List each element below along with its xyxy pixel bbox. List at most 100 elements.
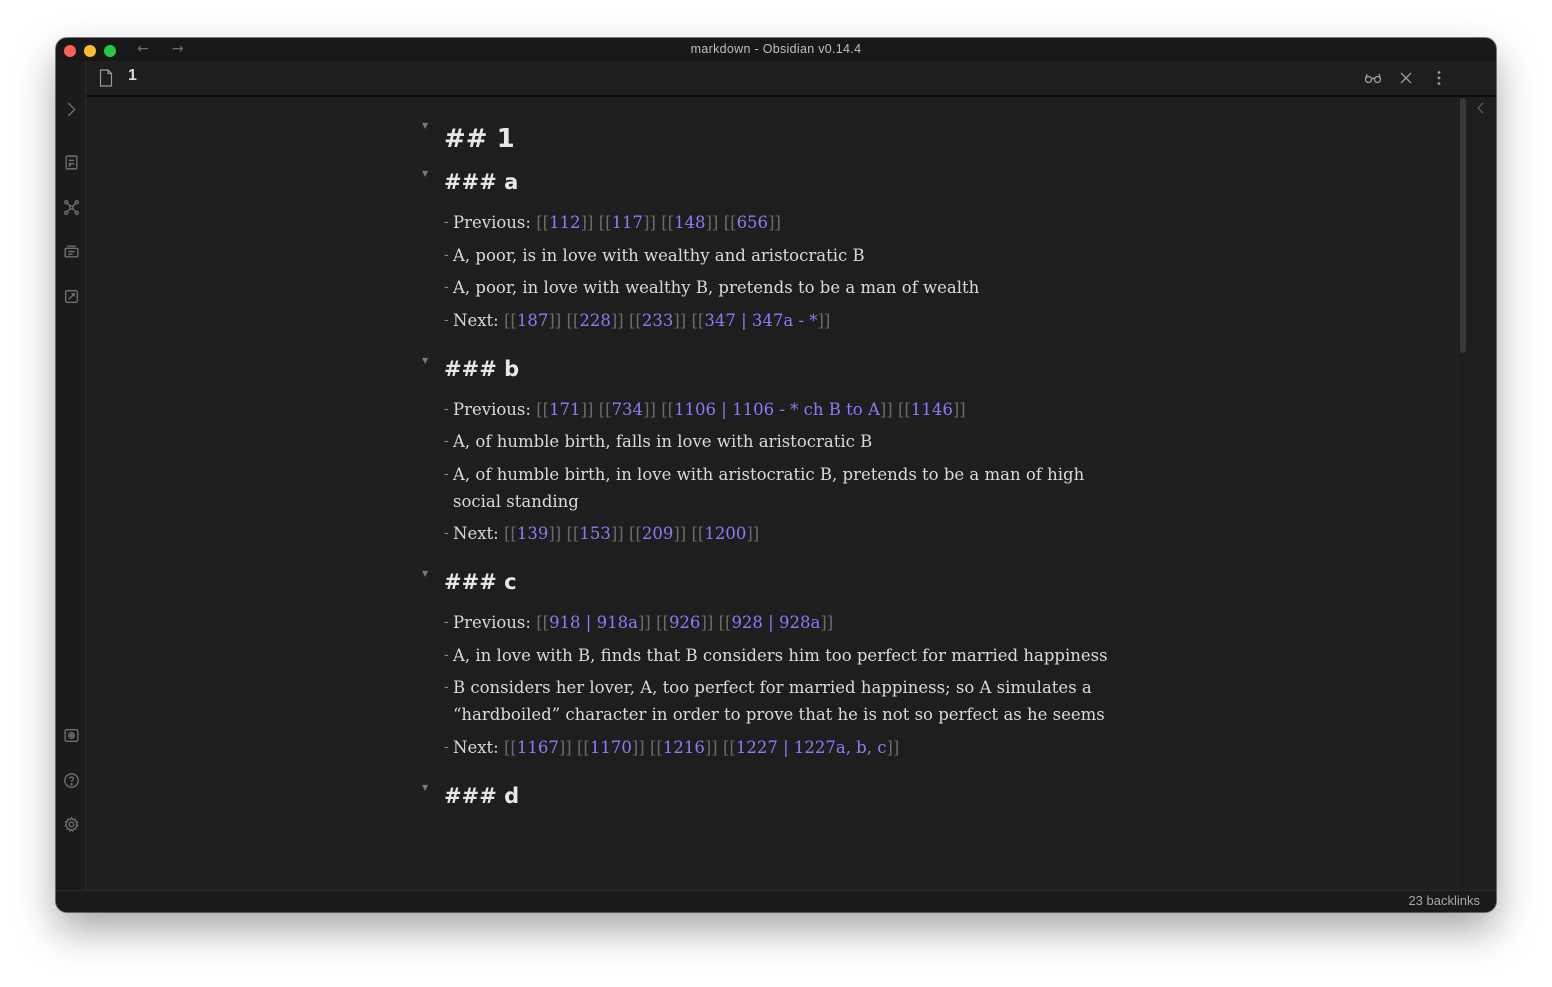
more-options-icon[interactable] [1429, 69, 1449, 87]
link-bracket-close: ]] [548, 310, 562, 330]
link-bracket-close: ]] [610, 524, 624, 543]
bullet-dash: - [444, 246, 449, 263]
link-bracket-close: ]] [746, 524, 760, 543]
link-bracket-close: ]] [643, 399, 656, 419]
bullet-dash: - [444, 279, 449, 295]
internal-link[interactable]: 228 [579, 311, 611, 330]
internal-link[interactable]: 347 | 347a - * [704, 311, 817, 330]
internal-link[interactable]: 1106 | 1106 - * ch B to A [674, 400, 880, 419]
reading-mode-icon[interactable] [1363, 69, 1383, 87]
link-bracket-open: [[ [691, 524, 705, 543]
bullet-dash: - [444, 738, 449, 755]
internal-link[interactable]: 1216 [663, 738, 705, 757]
window-title: markdown - Obsidian v0.14.4 [690, 42, 862, 56]
backlinks-count[interactable]: 23 backlinks [1408, 893, 1480, 908]
internal-link[interactable]: 112 [549, 213, 581, 232]
link-bracket-open: [[ [628, 524, 642, 543]
pane-title: 1 [128, 67, 137, 84]
internal-link[interactable]: 918 | 918a [549, 613, 638, 632]
link-bracket-open: [[ [536, 613, 550, 632]
section-heading-text: ### c [444, 570, 517, 594]
link-bracket-open: [[ [536, 213, 550, 232]
command-palette-icon[interactable] [61, 152, 81, 172]
link-bracket-open: [[ [661, 399, 675, 419]
bullet-dash: - [444, 646, 449, 663]
fold-toggle-icon[interactable]: ▼ [422, 565, 428, 583]
link-bracket-open: [[ [598, 213, 612, 232]
bullet-dash: - [444, 679, 449, 695]
internal-link[interactable]: 1167 [517, 738, 559, 757]
link-bracket-open: [[ [503, 737, 517, 757]
fold-toggle-icon[interactable]: ▼ [422, 352, 428, 370]
internal-link[interactable]: 171 [549, 400, 581, 419]
list-item: - A, of humble birth, falls in love with … [444, 428, 1124, 455]
internal-link[interactable]: 1200 [704, 524, 746, 543]
link-bracket-close: ]] [637, 613, 651, 632]
expand-sidebar-icon[interactable] [61, 99, 81, 119]
internal-link[interactable]: 153 [579, 524, 611, 543]
bullet-dash: - [444, 433, 449, 449]
internal-link[interactable]: 233 [642, 311, 674, 330]
section-heading: ▼ ### d [422, 779, 1124, 813]
link-bracket-open: [[ [718, 613, 732, 632]
link-bracket-close: ]] [643, 213, 656, 232]
internal-link[interactable]: 209 [642, 524, 674, 543]
link-bracket-close: ]] [558, 737, 572, 757]
markdown-editor[interactable]: ▼ ## 1 ▼ ### a - Previous: [[112]] [[117]] … [422, 97, 1124, 823]
editor-pane[interactable]: ▼ ## 1 ▼ ### a - Previous: [[112]] [[117]] … [86, 97, 1458, 891]
settings-icon[interactable] [61, 814, 81, 834]
section-heading: ▼ ### c [422, 565, 1124, 599]
bullet-dash: - [444, 525, 449, 541]
scrollbar-thumb[interactable] [1460, 98, 1466, 353]
list-item-text: A, of humble birth, in love with aristoc… [453, 464, 1085, 511]
list-item-label: Previous: [453, 213, 537, 232]
fold-toggle-icon[interactable]: ▼ [422, 779, 428, 797]
vault-icon[interactable] [61, 725, 81, 745]
link-bracket-close: ]] [610, 310, 624, 330]
link-bracket-open: [[ [649, 737, 663, 757]
list-item-label: Previous: [453, 613, 537, 632]
link-bracket-open: [[ [566, 524, 580, 543]
link-bracket-close: ]] [580, 213, 594, 232]
internal-link[interactable]: 928 | 928a [731, 613, 820, 632]
document-icon [98, 69, 116, 87]
title-bar: ← → markdown - Obsidian v0.14.4 [56, 38, 1496, 61]
internal-link[interactable]: 926 [669, 613, 701, 632]
internal-link[interactable]: 656 [737, 213, 769, 232]
internal-link[interactable]: 187 [517, 311, 549, 330]
list-item-label: Next: [453, 310, 504, 330]
internal-link[interactable]: 117 [612, 213, 644, 232]
collapse-right-sidebar-icon[interactable] [1474, 100, 1490, 116]
status-bar: 23 backlinks [56, 890, 1496, 912]
link-bracket-open: [[ [536, 399, 550, 419]
link-bracket-open: [[ [598, 399, 612, 419]
internal-link[interactable]: 1146 [911, 400, 953, 419]
list-item: - A, poor, in love with wealthy B, preten… [444, 274, 1124, 301]
link-bracket-close: ]] [704, 737, 718, 757]
internal-link[interactable]: 1227 | 1227a, b, c [736, 738, 887, 757]
link-bracket-open: [[ [628, 310, 642, 330]
list-item-text: A, of humble birth, falls in love with a… [453, 432, 873, 451]
internal-link[interactable]: 1170 [590, 738, 632, 757]
link-bracket-close: ]] [705, 213, 719, 232]
link-bracket-open: [[ [656, 613, 669, 632]
list-item: - Next: [[139]] [[153]] [[209]] [[1200]] [444, 520, 1124, 547]
fold-toggle-icon[interactable]: ▼ [422, 165, 428, 183]
link-bracket-open: [[ [691, 310, 705, 330]
internal-link[interactable]: 139 [517, 524, 549, 543]
templates-icon[interactable] [61, 241, 81, 261]
help-icon[interactable] [61, 770, 81, 790]
close-icon[interactable] [1396, 69, 1416, 87]
internal-link[interactable]: 148 [674, 213, 706, 232]
list-item-text: A, in love with B, finds that B consider… [453, 645, 1108, 665]
sections-container: ▼ ### a - Previous: [[112]] [[117]] [[148]]… [422, 165, 1124, 813]
link-bracket-close: ]] [952, 399, 966, 419]
random-note-icon[interactable] [61, 286, 81, 306]
link-bracket-open: [[ [503, 524, 517, 543]
link-bracket-close: ]] [700, 613, 714, 632]
graph-view-icon[interactable] [61, 197, 81, 217]
fold-toggle-icon[interactable]: ▼ [422, 117, 428, 135]
internal-link[interactable]: 734 [612, 400, 644, 419]
link-bracket-close: ]] [886, 737, 900, 757]
link-bracket-close: ]] [580, 399, 594, 419]
